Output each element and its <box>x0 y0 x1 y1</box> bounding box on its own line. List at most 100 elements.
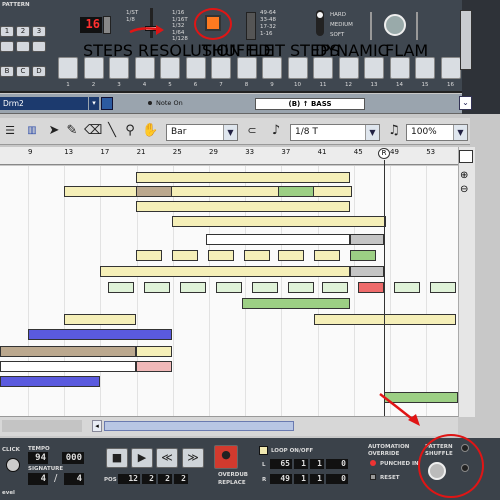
position-ticks[interactable]: 2 <box>174 474 188 484</box>
pattern-clip[interactable] <box>136 201 350 212</box>
pencil-tool-icon[interactable]: ✎ <box>64 122 80 140</box>
edit-mode-icon[interactable]: ▥ <box>24 122 40 140</box>
stop-button[interactable]: ■ <box>106 448 128 468</box>
track-name-field[interactable]: Drm2 <box>0 97 88 110</box>
rewind-button[interactable]: ≪ <box>156 448 178 468</box>
zoom-select[interactable]: 100% ▼ <box>406 124 468 141</box>
pattern-clip[interactable] <box>136 250 162 261</box>
step-button[interactable] <box>134 57 155 79</box>
folder-icon[interactable] <box>101 97 113 110</box>
pattern-clip[interactable] <box>108 282 134 293</box>
pattern-clip[interactable] <box>278 186 314 197</box>
pattern-clip[interactable] <box>28 329 172 340</box>
bank-button-d[interactable]: D <box>32 66 46 77</box>
position-bars[interactable]: 12 <box>118 474 140 484</box>
pattern-clip[interactable] <box>0 346 136 357</box>
expand-icon[interactable] <box>459 150 473 163</box>
pattern-clip[interactable] <box>278 250 304 261</box>
edit-steps-selector[interactable] <box>246 12 256 40</box>
bank-button-b[interactable]: B <box>0 66 14 77</box>
pattern-clip[interactable] <box>0 361 136 372</box>
collapse-chevron-icon[interactable]: ⌄ <box>459 96 472 110</box>
loop-right-sixteenths[interactable]: 1 <box>310 474 324 484</box>
step-button[interactable] <box>338 57 359 79</box>
pattern-clip[interactable] <box>350 266 384 277</box>
pattern-clip[interactable] <box>144 282 170 293</box>
position-beats[interactable]: 2 <box>142 474 156 484</box>
pattern-clip[interactable] <box>216 282 242 293</box>
hand-tool-icon[interactable]: ✋ <box>142 122 158 140</box>
pattern-button-4b[interactable] <box>32 41 46 52</box>
pattern-clip[interactable] <box>172 250 198 261</box>
snap-to-grid-icon[interactable]: ⊂ <box>244 122 260 140</box>
snap-select[interactable]: Bar ▼ <box>166 124 238 141</box>
pattern-lane-grid[interactable] <box>0 166 458 416</box>
bank-button-c[interactable]: C <box>16 66 30 77</box>
pattern-clip[interactable] <box>350 250 376 261</box>
zoom-out-icon[interactable]: ⊖ <box>460 184 468 195</box>
step-button[interactable] <box>364 57 384 79</box>
pattern-clip[interactable] <box>0 376 100 387</box>
zoom-in-icon[interactable]: ⊕ <box>460 170 468 181</box>
steps-spinner[interactable] <box>103 16 111 34</box>
pattern-clip[interactable] <box>208 250 234 261</box>
step-button[interactable] <box>440 57 461 79</box>
loop-right-ticks[interactable]: 0 <box>326 474 348 484</box>
track-dropdown-icon[interactable]: ▾ <box>89 97 99 110</box>
pattern-clip[interactable] <box>64 314 136 325</box>
pattern-clip[interactable] <box>430 282 456 293</box>
loop-toggle-button[interactable] <box>259 446 268 455</box>
step-button[interactable] <box>211 57 231 79</box>
step-button[interactable] <box>185 57 206 79</box>
velocity-icon[interactable]: ♫ <box>386 122 402 140</box>
pattern-button-3[interactable]: 3 <box>32 26 46 37</box>
pattern-button-2b[interactable] <box>0 41 14 52</box>
pattern-clip[interactable] <box>136 361 172 372</box>
list-view-icon[interactable]: ☰ <box>2 122 18 140</box>
step-button[interactable] <box>58 57 78 79</box>
loop-right-bars[interactable]: 49 <box>270 474 292 484</box>
pattern-clip[interactable] <box>358 282 384 293</box>
pattern-clip[interactable] <box>394 282 420 293</box>
loop-left-sixteenths[interactable]: 1 <box>310 459 324 469</box>
pattern-clip[interactable] <box>136 186 172 197</box>
step-button[interactable] <box>287 57 308 79</box>
step-button[interactable] <box>83 57 104 79</box>
eraser-tool-icon[interactable]: ⌫ <box>84 122 102 140</box>
click-level-knob[interactable] <box>6 458 20 472</box>
tempo-display[interactable]: 94 <box>28 452 48 464</box>
pattern-button-2[interactable]: 2 <box>16 26 30 37</box>
pattern-clip[interactable] <box>206 234 350 245</box>
record-button[interactable]: ● <box>214 445 238 469</box>
quantize-note-icon[interactable]: ♪ <box>268 122 284 140</box>
pattern-clip[interactable] <box>322 282 348 293</box>
pattern-clip[interactable] <box>100 266 350 277</box>
flam-knob[interactable] <box>384 14 406 36</box>
pattern-clip[interactable] <box>252 282 278 293</box>
loop-right-beats[interactable]: 1 <box>294 474 308 484</box>
step-button[interactable] <box>313 57 333 79</box>
steps-display[interactable]: 16 <box>80 17 102 33</box>
fast-forward-button[interactable]: ≫ <box>182 448 204 468</box>
position-sixteenths[interactable]: 2 <box>158 474 172 484</box>
signature-denominator[interactable]: 4 <box>64 473 84 485</box>
step-button[interactable] <box>160 57 180 79</box>
pattern-clip[interactable] <box>242 298 350 309</box>
pattern-button-1[interactable]: 1 <box>0 26 14 37</box>
pattern-button-3b[interactable] <box>16 41 30 52</box>
tempo-fraction-display[interactable]: 000 <box>62 452 84 464</box>
pattern-clip[interactable] <box>314 250 340 261</box>
arrow-tool-icon[interactable]: ➤ <box>46 122 62 140</box>
loop-left-bars[interactable]: 65 <box>270 459 292 469</box>
line-tool-icon[interactable]: ╲ <box>104 122 120 140</box>
step-button[interactable] <box>415 57 435 79</box>
pattern-clip[interactable] <box>180 282 206 293</box>
loop-right-marker[interactable]: R <box>378 148 390 159</box>
step-button[interactable] <box>109 57 129 79</box>
step-button[interactable] <box>389 57 410 79</box>
pattern-clip[interactable] <box>350 234 384 245</box>
step-button[interactable] <box>236 57 257 79</box>
play-button[interactable]: ▶ <box>131 448 153 468</box>
loop-left-ticks[interactable]: 0 <box>326 459 348 469</box>
pattern-clip[interactable] <box>136 346 172 357</box>
